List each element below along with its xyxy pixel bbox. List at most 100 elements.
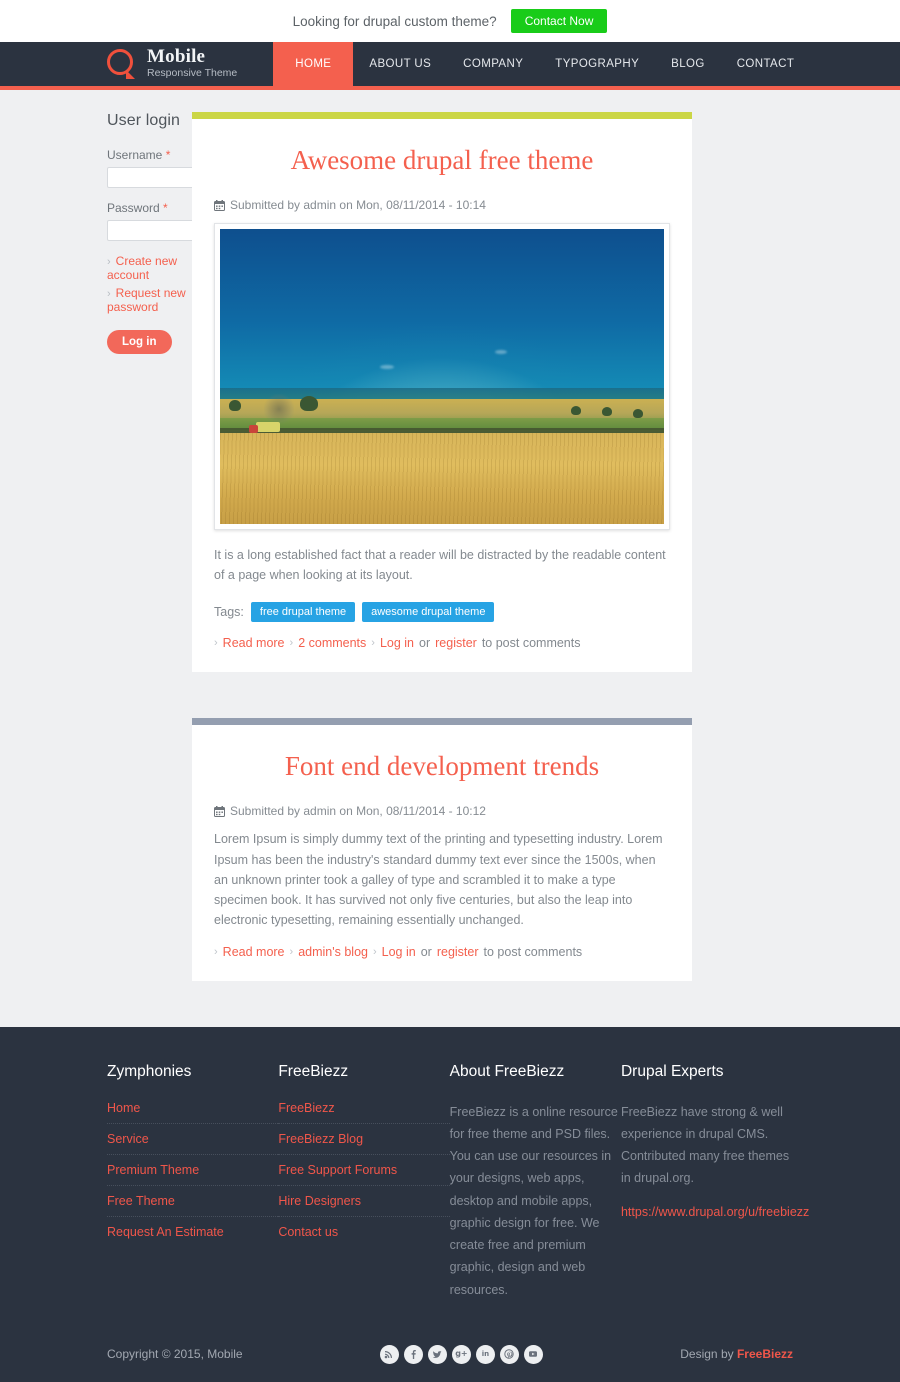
top-notice-text: Looking for drupal custom theme? — [292, 13, 497, 29]
password-label: Password * — [107, 201, 192, 215]
links-tail-text: to post comments — [483, 944, 583, 959]
copyright-text: Copyright © 2015, Mobile — [107, 1347, 243, 1362]
footer-column-title: Zymphonies — [107, 1062, 192, 1080]
google-plus-icon[interactable]: g+ — [451, 1344, 471, 1364]
footer-link[interactable]: Premium Theme — [107, 1155, 279, 1186]
nav-item-blog[interactable]: BLOG — [655, 42, 721, 86]
footer-bottom-bar: Copyright © 2015, Mobile g+ in Design by… — [107, 1331, 793, 1382]
chevron-right-icon: › — [371, 637, 375, 650]
create-new-account-link[interactable]: Create new account — [107, 254, 192, 282]
chevron-right-icon: › — [214, 945, 218, 958]
comments-link[interactable]: 2 comments — [298, 636, 366, 650]
log-in-link[interactable]: Log in — [380, 636, 414, 650]
article-tags: Tags: free drupal theme awesome drupal t… — [214, 601, 670, 623]
article-image — [220, 229, 664, 524]
read-more-link[interactable]: Read more — [223, 636, 285, 650]
chevron-right-icon: › — [214, 637, 218, 650]
register-link[interactable]: register — [435, 636, 477, 650]
facebook-icon[interactable] — [403, 1344, 423, 1364]
article-submitted-text: Submitted by admin on Mon, 08/11/2014 - … — [230, 804, 486, 819]
article-title[interactable]: Font end development trends — [214, 751, 670, 782]
main-content: Awesome drupal free theme Submitted by a… — [192, 112, 692, 1027]
site-brand[interactable]: Mobile Responsive Theme — [0, 42, 237, 86]
footer-column-title: About FreeBiezz — [449, 1062, 565, 1080]
pinterest-icon[interactable] — [499, 1344, 519, 1364]
site-header: Mobile Responsive Theme HOME ABOUT US CO… — [0, 42, 900, 90]
article-links: › Read more › admin's blog › Log in or r… — [214, 945, 670, 959]
register-link[interactable]: register — [437, 945, 479, 959]
username-required-mark: * — [165, 148, 171, 162]
top-notice-bar: Looking for drupal custom theme? Contact… — [0, 0, 900, 42]
admins-blog-link[interactable]: admin's blog — [298, 945, 368, 959]
article-submitted-text: Submitted by admin on Mon, 08/11/2014 - … — [230, 198, 486, 212]
nav-item-typography[interactable]: TYPOGRAPHY — [539, 42, 655, 86]
footer-column-drupal-experts: Drupal Experts FreeBiezz have strong & w… — [620, 1062, 809, 1301]
username-label-text: Username — [107, 148, 163, 162]
footer-link[interactable]: FreeBiezz Blog — [278, 1124, 450, 1155]
links-or-text: or — [420, 944, 432, 959]
footer-link[interactable]: FreeBiezz — [278, 1101, 450, 1124]
article-title[interactable]: Awesome drupal free theme — [214, 145, 670, 176]
password-required-mark: * — [163, 201, 168, 215]
article-top-bar — [192, 112, 692, 119]
youtube-icon[interactable] — [523, 1344, 543, 1364]
tag-chip[interactable]: awesome drupal theme — [362, 601, 495, 623]
logo-icon — [107, 49, 137, 79]
chevron-right-icon: › — [289, 637, 294, 650]
nav-item-contact[interactable]: CONTACT — [721, 42, 811, 86]
article-body: Lorem Ipsum is simply dummy text of the … — [214, 832, 663, 928]
footer-column-title: Drupal Experts — [620, 1062, 724, 1080]
nav-item-company[interactable]: COMPANY — [447, 42, 539, 86]
design-by-link[interactable]: FreeBiezz — [737, 1347, 793, 1361]
footer-link[interactable]: Home — [107, 1101, 279, 1124]
article-image-frame — [214, 223, 670, 530]
article-top-bar — [192, 718, 692, 726]
brand-tagline: Responsive Theme — [147, 67, 238, 80]
tag-chip[interactable]: free drupal theme — [250, 601, 356, 623]
nav-item-about-us[interactable]: ABOUT US — [353, 42, 447, 86]
tags-label: Tags: — [214, 604, 244, 619]
footer-column-about: About FreeBiezz FreeBiezz is a online re… — [450, 1063, 621, 1301]
footer-link[interactable]: Free Theme — [107, 1186, 279, 1217]
nav-item-home[interactable]: HOME — [273, 42, 354, 86]
article-links: › Read more › 2 comments › Log in or reg… — [214, 636, 670, 650]
log-in-link[interactable]: Log in — [382, 945, 416, 959]
chevron-right-icon: › — [372, 945, 377, 958]
request-new-password-link[interactable]: Request new password — [107, 286, 192, 314]
drupal-profile-link[interactable]: https://www.drupal.org/u/freebiezz — [621, 1205, 809, 1219]
footer-about-text: FreeBiezz is a online resource for free … — [449, 1104, 618, 1297]
username-label: Username * — [107, 148, 192, 162]
page-body: User login Username * Password * Create … — [0, 90, 900, 1027]
chevron-right-icon: › — [289, 945, 294, 958]
links-or-text: or — [419, 636, 431, 651]
site-footer: Zymphonies Home Service Premium Theme Fr… — [0, 1026, 900, 1382]
footer-column-zymphonies: Zymphonies Home Service Premium Theme Fr… — [107, 1062, 279, 1301]
rss-icon[interactable] — [379, 1344, 399, 1364]
linkedin-icon[interactable]: in — [475, 1344, 495, 1364]
footer-link[interactable]: Free Support Forums — [278, 1155, 450, 1186]
footer-link[interactable]: Request An Estimate — [107, 1217, 278, 1247]
footer-link[interactable]: Contact us — [278, 1217, 449, 1247]
footer-column-title: FreeBiezz — [278, 1062, 349, 1080]
article-submitted-meta: Submitted by admin on Mon, 08/11/2014 - … — [214, 804, 670, 818]
calendar-icon — [214, 199, 225, 211]
password-label-text: Password — [107, 201, 160, 215]
user-login-title: User login — [107, 112, 181, 129]
calendar-icon — [214, 805, 225, 817]
links-tail-text: to post comments — [481, 636, 581, 651]
footer-link[interactable]: Service — [107, 1124, 279, 1155]
footer-link[interactable]: Hire Designers — [278, 1186, 450, 1217]
sidebar-user-login-block: User login Username * Password * Create … — [0, 112, 256, 1027]
article-body: It is a long established fact that a rea… — [214, 548, 666, 583]
log-in-button[interactable]: Log in — [107, 330, 172, 354]
read-more-link[interactable]: Read more — [223, 945, 285, 959]
main-navigation: HOME ABOUT US COMPANY TYPOGRAPHY BLOG CO… — [273, 42, 810, 86]
twitter-icon[interactable] — [427, 1344, 447, 1364]
design-by-text: Design by FreeBiezz — [680, 1347, 793, 1361]
footer-experts-text: FreeBiezz have strong & well experience … — [620, 1104, 790, 1186]
article-card: Font end development trends Submitted by… — [192, 718, 692, 981]
article-card: Awesome drupal free theme Submitted by a… — [192, 112, 692, 673]
social-links: g+ in — [379, 1344, 543, 1364]
design-by-prefix: Design by — [680, 1347, 734, 1362]
contact-now-button[interactable]: Contact Now — [510, 9, 608, 33]
